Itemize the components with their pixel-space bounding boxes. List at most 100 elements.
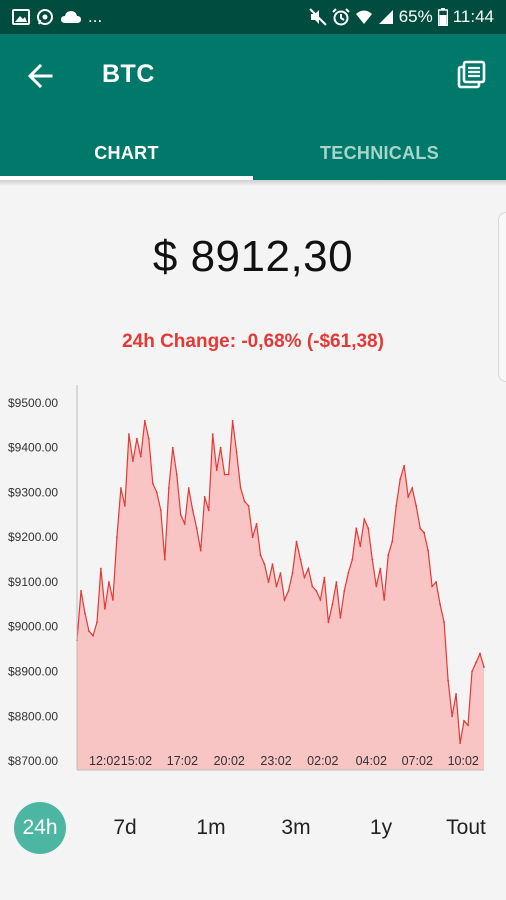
data-point <box>124 505 126 507</box>
data-point <box>104 607 106 610</box>
data-point <box>132 460 134 462</box>
data-point <box>303 576 306 579</box>
data-point <box>295 540 298 543</box>
data-point <box>88 630 90 633</box>
data-point <box>287 590 290 592</box>
data-point <box>279 572 282 574</box>
app-bar: BTC CHART TECHNICALS <box>0 34 506 180</box>
status-bar: ... 65% 11:44 <box>0 0 506 34</box>
range-1m[interactable]: 1m <box>196 800 225 856</box>
data-point <box>151 482 154 485</box>
tab-chart[interactable]: CHART <box>0 126 253 180</box>
data-point <box>339 616 342 619</box>
data-point <box>363 518 366 521</box>
data-point <box>455 693 457 695</box>
back-button[interactable] <box>22 58 58 94</box>
data-point <box>423 531 425 534</box>
data-point <box>195 527 198 530</box>
y-tick-label: $9200.00 <box>8 530 58 544</box>
range-3m[interactable]: 3m <box>281 800 310 856</box>
x-tick-label: 07:02 <box>402 754 433 768</box>
data-point <box>219 446 222 449</box>
data-point <box>120 487 122 489</box>
wifi-icon <box>355 9 373 25</box>
data-point <box>100 567 102 570</box>
data-point <box>463 719 465 722</box>
data-point <box>383 599 386 601</box>
data-point <box>143 419 146 422</box>
signal-icon <box>378 9 394 25</box>
data-point <box>479 652 481 655</box>
status-left: ... <box>12 7 102 27</box>
data-point <box>375 585 378 588</box>
price-area <box>77 420 484 770</box>
x-tick-label: 20:02 <box>214 754 245 768</box>
data-point <box>343 590 346 592</box>
range-7d[interactable]: 7d <box>113 800 136 856</box>
data-point <box>203 496 206 498</box>
data-point <box>215 469 218 471</box>
data-point <box>411 487 414 489</box>
data-point <box>163 558 166 561</box>
y-tick-label: $9000.00 <box>8 620 58 634</box>
data-point <box>127 433 130 436</box>
data-point <box>116 536 118 539</box>
x-tick-label: 15:02 <box>121 754 152 768</box>
data-point <box>171 446 174 449</box>
data-point <box>427 549 429 552</box>
data-point <box>159 509 162 512</box>
data-point <box>407 496 410 498</box>
y-tick-label: $8800.00 <box>8 709 58 723</box>
data-point <box>419 527 422 530</box>
data-point <box>327 621 330 624</box>
data-point <box>311 585 314 588</box>
x-tick-label: 02:02 <box>307 754 338 768</box>
data-point <box>351 558 354 561</box>
range-1y[interactable]: 1y <box>370 800 392 856</box>
data-point <box>207 509 210 512</box>
data-point <box>439 603 441 606</box>
data-point <box>387 554 390 556</box>
y-tick-label: $9100.00 <box>8 575 58 589</box>
tab-technicals[interactable]: TECHNICALS <box>253 126 506 180</box>
range-24h[interactable]: 24h <box>14 802 66 854</box>
x-tick-label: 12:02 <box>89 754 120 768</box>
data-point <box>211 433 214 436</box>
time-range-selector: 24h 7d 1m 3m 1y Tout <box>0 800 506 856</box>
data-point <box>147 437 150 440</box>
price-change-24h: 24h Change: -0,68% (-$61,38) <box>122 331 384 352</box>
battery-icon <box>437 8 448 26</box>
data-point <box>415 505 418 507</box>
mute-icon <box>308 8 327 26</box>
data-point <box>275 585 278 588</box>
data-point <box>403 464 406 467</box>
page-title: BTC <box>102 60 155 88</box>
tab-chart-label: CHART <box>94 142 159 163</box>
data-point <box>136 437 138 440</box>
data-point <box>243 500 246 503</box>
data-point <box>80 590 82 592</box>
y-tick-label: $8900.00 <box>8 665 58 679</box>
data-point <box>227 473 230 476</box>
data-point <box>251 536 254 539</box>
app-bar-shadow <box>0 180 506 186</box>
current-price: $ 8912,30 <box>152 232 354 281</box>
price-chart[interactable]: $9500.00 $9400.00 $9300.00 $9200.00 $9100.00… <box>0 380 506 780</box>
data-point <box>323 576 326 579</box>
tab-bar: CHART TECHNICALS <box>0 126 506 180</box>
data-point <box>359 545 362 548</box>
data-point <box>391 540 394 543</box>
data-point <box>319 599 322 601</box>
data-point <box>307 567 310 570</box>
data-point <box>331 603 334 606</box>
data-point <box>335 581 338 583</box>
range-all[interactable]: Tout <box>446 800 486 856</box>
data-point <box>271 563 274 565</box>
data-point <box>475 661 477 664</box>
data-point <box>84 612 86 615</box>
news-button[interactable] <box>454 58 488 92</box>
data-point <box>96 621 98 624</box>
status-right: 65% 11:44 <box>308 7 494 27</box>
tab-technicals-label: TECHNICALS <box>320 142 439 163</box>
data-point <box>443 621 445 624</box>
